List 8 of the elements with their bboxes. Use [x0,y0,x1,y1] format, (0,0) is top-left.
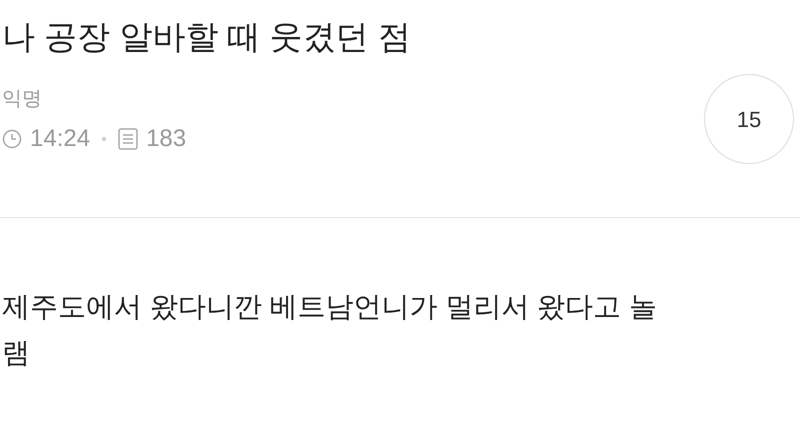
author-name: 익명 [2,87,42,112]
post-time: 14:24 [30,125,90,153]
clock-icon [2,129,22,149]
post-body: 제주도에서 왔다니깐 베트남언니가 멀리서 왔다고 놀램 [1,290,658,370]
document-icon [118,128,138,150]
post-title: 나 공장 알바할 때 웃겼던 점 [2,17,411,57]
view-count: 183 [146,125,186,153]
comment-count[interactable]: 15 [704,74,794,164]
